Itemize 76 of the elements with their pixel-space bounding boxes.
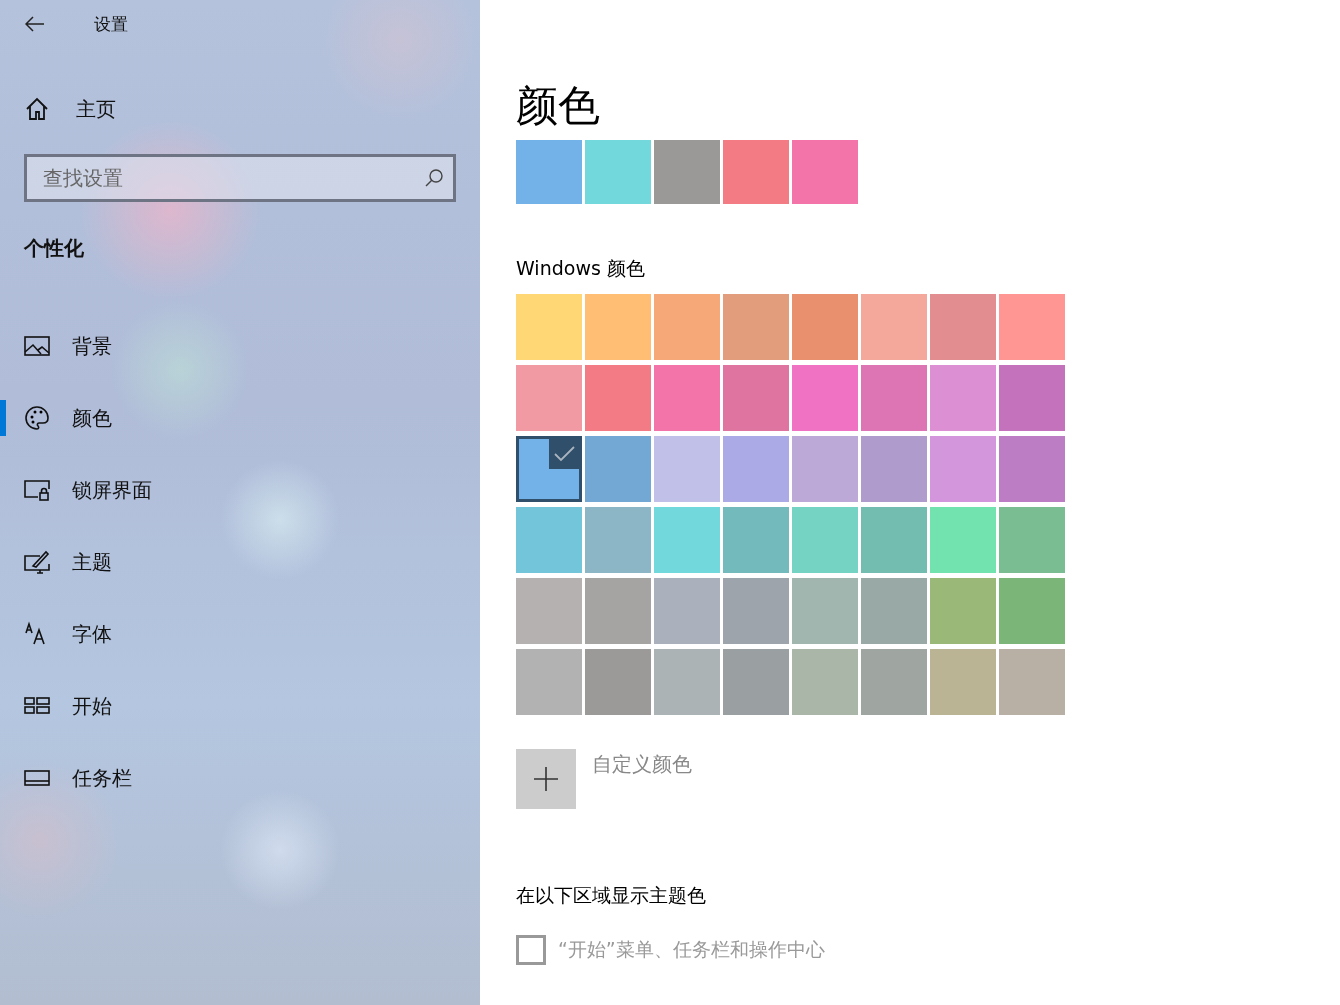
color-swatch[interactable] [861,294,927,360]
search-icon [424,168,444,188]
color-swatch[interactable] [861,507,927,573]
color-swatch[interactable] [516,649,582,715]
color-swatch[interactable] [654,649,720,715]
color-swatch[interactable] [792,436,858,502]
color-swatch[interactable] [930,649,996,715]
recent-color-swatch[interactable] [516,140,582,204]
color-swatch[interactable] [792,365,858,431]
color-swatch[interactable] [999,578,1065,644]
add-color-button[interactable] [516,749,576,809]
window-title: 设置 [94,12,128,36]
color-swatch[interactable] [792,294,858,360]
color-swatch[interactable] [999,436,1065,502]
color-swatch[interactable] [585,436,651,502]
color-swatch[interactable] [792,649,858,715]
color-swatch[interactable] [654,365,720,431]
monitor-brush-icon [24,549,50,575]
section-heading: 个性化 [23,235,85,262]
color-swatch[interactable] [723,507,789,573]
recent-color-swatch[interactable] [585,140,651,204]
color-swatch[interactable] [930,365,996,431]
sidebar-item[interactable]: 主题 [0,526,480,598]
color-swatch[interactable] [516,578,582,644]
color-swatch[interactable] [585,365,651,431]
color-swatch[interactable] [723,365,789,431]
search-field[interactable]: 查找设置 [24,154,456,202]
color-swatch[interactable] [516,507,582,573]
color-swatch[interactable] [654,436,720,502]
color-swatch[interactable] [999,294,1065,360]
color-swatch[interactable] [723,578,789,644]
color-swatch[interactable] [654,578,720,644]
sidebar-item[interactable]: 背景 [0,310,480,382]
monitor-lock-icon [24,477,50,503]
color-swatch[interactable] [585,507,651,573]
color-swatch[interactable] [585,578,651,644]
color-swatch[interactable] [861,365,927,431]
check-icon [549,439,579,469]
color-swatch[interactable] [930,436,996,502]
color-swatch[interactable] [723,294,789,360]
color-swatch[interactable] [930,294,996,360]
home-icon [24,96,50,122]
color-swatch[interactable] [654,507,720,573]
color-swatch[interactable] [861,649,927,715]
color-swatch[interactable] [516,365,582,431]
section-heading: Windows 颜色 [516,256,646,281]
color-swatch[interactable] [999,649,1065,715]
custom-color-label: 自定义颜色 [592,751,692,778]
section-heading: 在以下区域显示主题色 [516,883,707,908]
sidebar-item[interactable]: 任务栏 [0,742,480,814]
plus-icon [533,766,559,792]
color-swatch[interactable] [723,436,789,502]
picture-icon [24,333,50,359]
color-swatch[interactable] [585,649,651,715]
color-swatch[interactable] [999,507,1065,573]
color-swatch[interactable] [930,578,996,644]
color-swatch[interactable] [516,294,582,360]
sidebar-item[interactable]: 字体 [0,598,480,670]
color-swatch[interactable] [861,436,927,502]
color-swatch[interactable] [585,294,651,360]
recent-color-swatch[interactable] [654,140,720,204]
color-swatch[interactable] [861,578,927,644]
sidebar-item[interactable]: 开始 [0,670,480,742]
page-title: 颜色 [516,80,601,132]
recent-color-swatch[interactable] [792,140,858,204]
palette-icon [24,405,50,431]
color-swatch[interactable] [654,294,720,360]
sidebar-item[interactable]: 锁屏界面 [0,454,480,526]
color-swatch[interactable] [999,365,1065,431]
color-swatch[interactable] [792,578,858,644]
color-swatch[interactable] [930,507,996,573]
color-swatch[interactable] [723,649,789,715]
color-swatch[interactable] [516,436,582,502]
color-swatch[interactable] [792,507,858,573]
recent-color-swatch[interactable] [723,140,789,204]
home-link[interactable]: 主页 [0,84,480,134]
